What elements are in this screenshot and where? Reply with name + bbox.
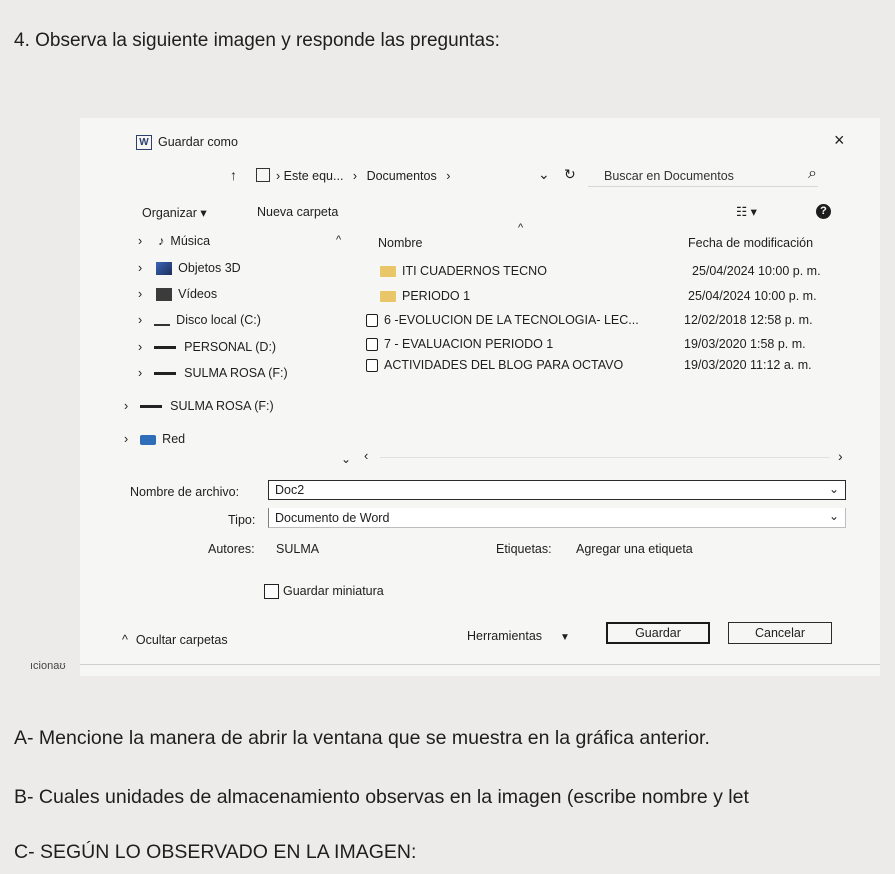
authors-label: Autores: (208, 542, 255, 556)
chevron-down-icon[interactable]: ⌄ (829, 509, 839, 523)
file-date: 12/02/2018 12:58 p. m. (684, 313, 813, 327)
hide-folders-button[interactable]: ^ Ocultar carpetas (122, 633, 228, 647)
type-label: Tipo: (228, 513, 256, 527)
sidebar-item-usb-drive[interactable]: › SULMA ROSA (F:) (138, 366, 288, 380)
sidebar-item-3d-objects[interactable]: › Objetos 3D (138, 261, 241, 276)
file-date: 19/03/2020 1:58 p. m. (684, 337, 806, 351)
file-row[interactable]: 7 - EVALUACION PERIODO 1 (366, 337, 553, 352)
thumbnail-checkbox[interactable]: Guardar miniatura (264, 584, 384, 600)
word-icon: W (136, 135, 152, 151)
file-date: 19/03/2020 11:12 a. m. (684, 358, 812, 372)
folder-icon (380, 291, 396, 303)
file-date: 25/04/2024 10:00 p. m. (692, 264, 821, 278)
close-icon[interactable]: × (834, 130, 845, 151)
address-dropdown-icon[interactable]: ⌄ (538, 166, 550, 183)
question-c: C- SEGÚN LO OBSERVADO EN LA IMAGEN: (14, 841, 417, 863)
column-header-date[interactable]: Fecha de modificación (688, 236, 813, 250)
filename-input[interactable]: Doc2 ⌄ (268, 480, 846, 500)
dropdown-arrow-icon: ▼ (560, 632, 570, 643)
help-icon[interactable]: ? (816, 203, 831, 219)
computer-icon (256, 168, 270, 182)
network-icon (140, 434, 157, 445)
partial-background-text: ıcionaʊ (30, 660, 66, 672)
refresh-icon[interactable]: ↻ (564, 166, 576, 183)
save-as-dialog: W Guardar como × ↑ › Este equ... › Docume… (80, 118, 880, 676)
sort-indicator-icon: ^ (518, 222, 524, 234)
sidebar-scroll-down-icon[interactable]: ⌄ (341, 452, 351, 466)
sidebar-item-local-disk[interactable]: › Disco local (C:) (138, 313, 261, 327)
dialog-title: W Guardar como (136, 135, 238, 151)
authors-value[interactable]: SULMA (276, 542, 319, 556)
music-note-icon: ♪ (158, 234, 165, 248)
cancel-button[interactable]: Cancelar (728, 622, 832, 644)
save-button[interactable]: Guardar (606, 622, 710, 644)
tools-button[interactable]: Herramientas ▼ (467, 629, 570, 643)
search-placeholder: Buscar en Documentos (604, 169, 734, 183)
drive-icon (140, 405, 163, 409)
sidebar-scroll-up-icon[interactable]: ^ (336, 234, 341, 246)
tags-value[interactable]: Agregar una etiqueta (576, 542, 693, 556)
breadcrumb-separator: › (276, 169, 281, 183)
search-input[interactable]: Buscar en Documentos ⌕ (588, 164, 818, 187)
chevron-down-icon[interactable]: ⌄ (829, 482, 839, 496)
breadcrumb: › Este equ... › Documentos › (276, 169, 450, 183)
breadcrumb-separator: › (352, 169, 358, 183)
breadcrumb-separator: › (446, 169, 451, 183)
document-icon (366, 314, 378, 328)
hard-drive-icon (154, 316, 171, 326)
file-row[interactable]: 6 -EVOLUCION DE LA TECNOLOGIA- LEC... (366, 313, 639, 328)
cube-icon (156, 262, 173, 276)
column-header-name[interactable]: Nombre (378, 236, 422, 250)
type-value: Documento de Word (275, 510, 390, 525)
checkbox-icon[interactable] (264, 584, 279, 600)
breadcrumb-documents[interactable]: Documentos (367, 169, 437, 183)
question-b: B- Cuales unidades de almacenamiento obs… (14, 786, 749, 808)
type-select[interactable]: Documento de Word ⌄ (268, 508, 846, 528)
sidebar-item-usb-drive-2[interactable]: › SULMA ROSA (F:) (124, 399, 274, 413)
sidebar-item-network[interactable]: › Red (124, 432, 185, 446)
horizontal-scrollbar[interactable] (380, 457, 830, 458)
organize-button[interactable]: Organizar ▾ (142, 205, 207, 220)
sidebar-item-personal-drive[interactable]: › PERSONAL (D:) (138, 340, 276, 354)
document-icon (366, 338, 378, 352)
breadcrumb-this-pc[interactable]: Este equ... (284, 169, 344, 183)
sidebar-item-videos[interactable]: › Vídeos (138, 287, 217, 302)
thumbnail-label: Guardar miniatura (283, 584, 384, 598)
view-options-icon[interactable]: ☷ ▾ (736, 204, 757, 219)
file-row[interactable]: ITI CUADERNOS TECNO (380, 264, 547, 278)
film-icon (156, 288, 173, 302)
filename-value: Doc2 (275, 483, 305, 497)
sidebar-item-music[interactable]: › ♪ Música (138, 234, 210, 248)
file-date: 25/04/2024 10:00 p. m. (688, 289, 817, 303)
tags-label: Etiquetas: (496, 542, 552, 556)
document-icon (366, 359, 378, 373)
chevron-up-icon: ^ (122, 633, 128, 647)
search-icon: ⌕ (808, 165, 817, 182)
scroll-right-icon[interactable]: › (838, 448, 843, 464)
dialog-title-text: Guardar como (158, 135, 238, 149)
folder-icon (380, 266, 396, 278)
up-arrow-icon[interactable]: ↑ (230, 167, 237, 183)
file-row[interactable]: ACTIVIDADES DEL BLOG PARA OCTAVO (366, 358, 623, 373)
filename-label: Nombre de archivo: (130, 485, 240, 499)
scroll-left-icon[interactable]: ‹ (364, 448, 368, 463)
drive-icon (154, 346, 177, 350)
file-row[interactable]: PERIODO 1 (380, 289, 470, 303)
question-heading: 4. Observa la siguiente imagen y respond… (14, 30, 500, 51)
new-folder-button[interactable]: Nueva carpeta (257, 205, 338, 219)
question-a: A- Mencione la manera de abrir la ventan… (14, 727, 710, 749)
drive-icon (154, 372, 177, 376)
dialog-bottom-edge (80, 664, 880, 665)
